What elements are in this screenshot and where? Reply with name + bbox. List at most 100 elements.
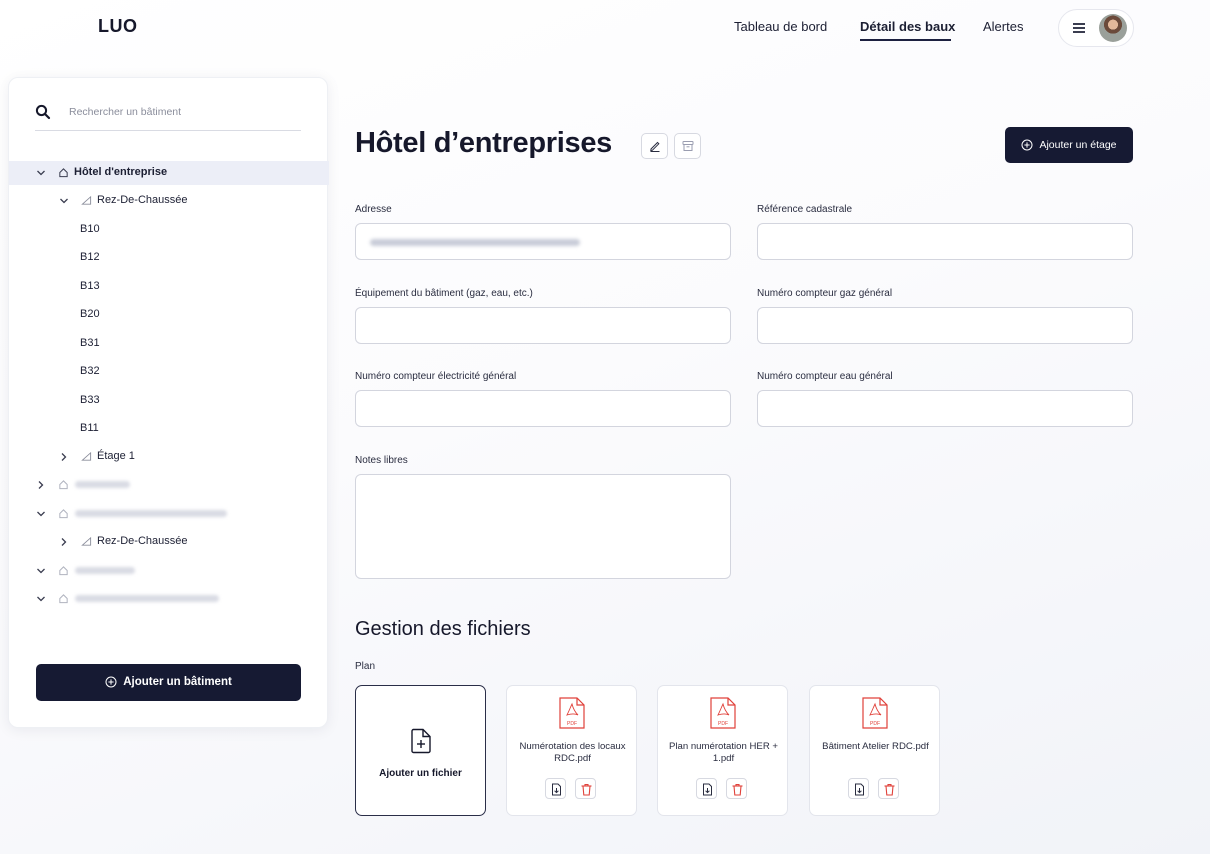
chevron-right-icon[interactable]	[36, 480, 46, 490]
tree-item-floor[interactable]: Rez-De-Chaussée	[9, 189, 329, 213]
address-input[interactable]	[355, 223, 731, 260]
cadastral-reference-input[interactable]	[757, 223, 1133, 260]
trash-icon	[884, 784, 895, 796]
gas-meter-input[interactable]	[757, 307, 1133, 344]
tree-item-unit[interactable]: B12	[9, 246, 329, 270]
file-card[interactable]: PDF Bâtiment Atelier RDC.pdf	[809, 685, 940, 816]
tree-item-building[interactable]	[9, 473, 329, 497]
hamburger-icon	[1073, 23, 1085, 33]
nav-alerts[interactable]: Alertes	[983, 19, 1023, 34]
water-meter-input[interactable]	[757, 390, 1133, 427]
upload-file-button[interactable]: Ajouter un fichier	[355, 685, 486, 816]
download-button[interactable]	[545, 778, 566, 799]
search-icon	[35, 104, 51, 120]
tree-item-unit[interactable]: B31	[9, 332, 329, 356]
chevron-down-icon[interactable]	[36, 509, 46, 519]
file-add-icon	[411, 728, 431, 754]
pdf-icon: PDF	[862, 697, 888, 729]
floor-icon	[81, 195, 92, 205]
delete-button[interactable]	[726, 778, 747, 799]
redacted-building-name	[75, 567, 135, 574]
chevron-down-icon[interactable]	[59, 196, 69, 206]
redacted-building-name	[75, 595, 219, 602]
redacted-building-name	[75, 481, 130, 488]
building-sidebar: Hôtel d'entreprise Rez-De-Chaussée B10 B…	[8, 77, 329, 728]
chevron-down-icon[interactable]	[36, 566, 46, 576]
plus-circle-icon	[1021, 139, 1033, 151]
add-building-button[interactable]: Ajouter un bâtiment	[36, 664, 301, 701]
home-icon	[59, 509, 68, 519]
pdf-icon: PDF	[710, 697, 736, 729]
chevron-right-icon[interactable]	[59, 537, 69, 547]
download-button[interactable]	[848, 778, 869, 799]
chevron-right-icon[interactable]	[59, 452, 69, 462]
tree-item-label: B10	[80, 223, 100, 235]
download-button[interactable]	[696, 778, 717, 799]
plus-circle-icon	[105, 676, 117, 688]
trash-icon	[581, 784, 592, 796]
equipment-label: Équipement du bâtiment (gaz, eau, etc.)	[355, 288, 533, 299]
file-name: Bâtiment Atelier RDC.pdf	[822, 741, 929, 752]
download-icon	[552, 783, 561, 796]
search-input[interactable]	[69, 104, 289, 120]
trash-icon	[732, 784, 743, 796]
archive-button[interactable]	[674, 133, 701, 159]
gas-meter-label: Numéro compteur gaz général	[757, 288, 893, 299]
download-icon	[703, 783, 712, 796]
tree-item-building[interactable]	[9, 502, 329, 526]
svg-text:PDF: PDF	[870, 721, 880, 727]
file-card[interactable]: PDF Numérotation des locaux RDC.pdf	[506, 685, 637, 816]
tree-item-label: B33	[80, 394, 100, 406]
notes-label: Notes libres	[355, 455, 408, 466]
tree-item-label: Hôtel d'entreprise	[74, 166, 168, 178]
tree-item-floor[interactable]: Étage 1	[9, 445, 329, 469]
tree-item-building[interactable]: Hôtel d'entreprise	[9, 161, 329, 185]
home-icon	[59, 480, 68, 490]
tree-item-label: B20	[80, 308, 100, 320]
upload-file-label: Ajouter un fichier	[379, 768, 462, 779]
user-menu-button[interactable]	[1058, 9, 1134, 47]
nav-dashboard[interactable]: Tableau de bord	[734, 19, 827, 34]
tree-item-unit[interactable]: B33	[9, 389, 329, 413]
tree-item-unit[interactable]: B10	[9, 218, 329, 242]
file-card[interactable]: PDF Plan numérotation HER + 1.pdf	[657, 685, 788, 816]
equipment-input[interactable]	[355, 307, 731, 344]
tree-item-building[interactable]	[9, 559, 329, 583]
file-name: Plan numérotation HER + 1.pdf	[668, 741, 779, 764]
home-icon	[59, 566, 68, 576]
delete-button[interactable]	[575, 778, 596, 799]
file-name: Numérotation des locaux RDC.pdf	[519, 741, 626, 764]
notes-textarea[interactable]	[355, 474, 731, 579]
pencil-icon	[650, 141, 660, 152]
tree-item-building[interactable]	[9, 587, 329, 611]
top-header: LUO Tableau de bord Détail des baux Aler…	[0, 0, 1210, 56]
tree-item-label: B11	[80, 422, 99, 434]
tree-item-label: B32	[80, 365, 100, 377]
tree-item-unit[interactable]: B11	[9, 417, 329, 441]
delete-button[interactable]	[878, 778, 899, 799]
app-logo[interactable]: LUO	[98, 16, 138, 37]
water-meter-label: Numéro compteur eau général	[757, 371, 893, 382]
chevron-down-icon[interactable]	[36, 168, 46, 178]
tree-item-label: Rez-De-Chaussée	[97, 194, 188, 206]
tree-item-unit[interactable]: B13	[9, 275, 329, 299]
building-search	[35, 104, 301, 131]
tree-item-unit[interactable]: B32	[9, 360, 329, 384]
files-section-title: Gestion des fichiers	[355, 618, 531, 640]
archive-icon	[682, 141, 694, 151]
add-floor-label: Ajouter un étage	[1039, 138, 1117, 151]
tree-item-floor[interactable]: Rez-De-Chaussée	[9, 530, 329, 554]
pdf-icon: PDF	[559, 697, 585, 729]
tree-item-label: Étage 1	[97, 450, 135, 462]
download-icon	[855, 783, 864, 796]
chevron-down-icon[interactable]	[36, 594, 46, 604]
tree-item-label: B31	[80, 337, 100, 349]
add-floor-button[interactable]: Ajouter un étage	[1005, 127, 1133, 163]
page-title: Hôtel d’entreprises	[355, 127, 612, 159]
edit-button[interactable]	[641, 133, 668, 159]
floor-icon	[81, 536, 92, 546]
electricity-meter-input[interactable]	[355, 390, 731, 427]
tree-item-unit[interactable]: B20	[9, 303, 329, 327]
svg-text:PDF: PDF	[718, 721, 728, 727]
nav-lease-details[interactable]: Détail des baux	[860, 19, 955, 34]
